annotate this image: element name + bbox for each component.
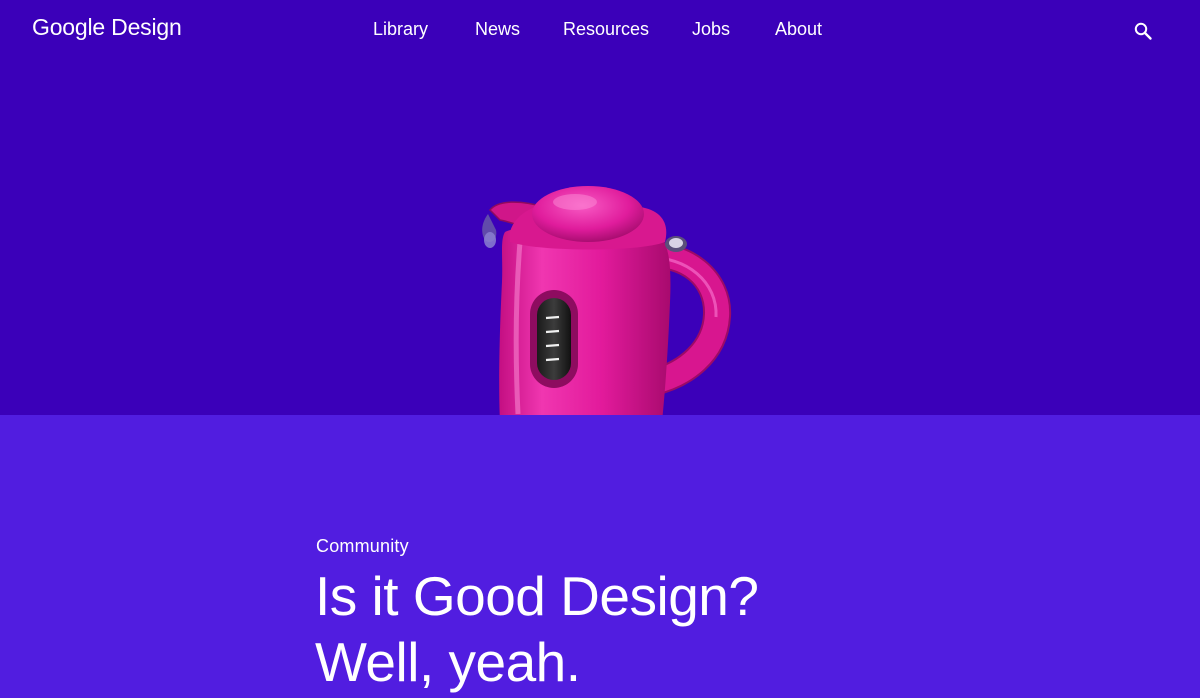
kettle-illustration (482, 186, 732, 415)
article-title-line-2: Well, yeah. (315, 631, 581, 693)
site-header: Google Design Library News Resources Job… (0, 0, 1200, 62)
main-nav: Library News Resources Jobs About (0, 19, 1200, 43)
nav-item-jobs[interactable]: Jobs (692, 19, 730, 40)
article-title: Is it Good Design? Well, yeah. (315, 563, 1115, 695)
nav-item-library[interactable]: Library (373, 19, 428, 40)
article-header: Community Is it Good Design? Well, yeah. (0, 415, 1200, 698)
nav-item-resources[interactable]: Resources (563, 19, 649, 40)
nav-item-about[interactable]: About (775, 19, 822, 40)
hero-banner (0, 62, 1200, 415)
nav-item-news[interactable]: News (475, 19, 520, 40)
article-title-line-1: Is it Good Design? (315, 565, 759, 627)
search-button[interactable] (1130, 18, 1156, 44)
article-category[interactable]: Community (316, 536, 409, 557)
search-icon (1134, 22, 1152, 40)
